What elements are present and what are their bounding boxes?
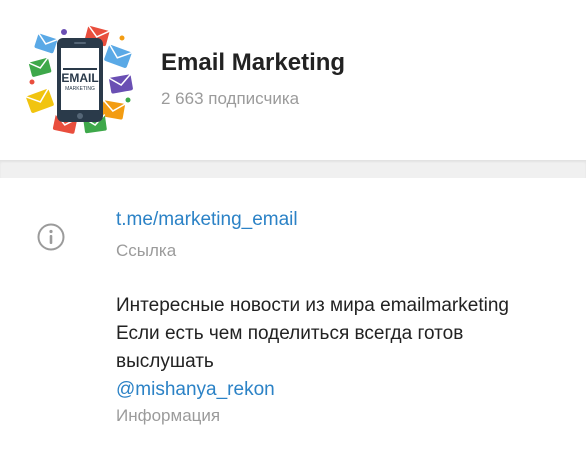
description-line: Если есть чем поделиться всегда готов bbox=[116, 323, 464, 344]
mention-link[interactable]: @mishanya_rekon bbox=[116, 376, 576, 404]
channel-link[interactable]: t.me/marketing_email bbox=[116, 209, 298, 231]
link-label: Ссылка bbox=[116, 241, 177, 260]
logo-main-text: EMAIL bbox=[61, 71, 98, 85]
description-line: Интересные новости из мира emailmarketin… bbox=[116, 295, 509, 316]
channel-description: Интересные новости из мира emailmarketin… bbox=[116, 292, 576, 404]
channel-title: Email Marketing bbox=[161, 49, 346, 76]
description-label: Информация bbox=[116, 406, 221, 425]
description-line: выслушать bbox=[116, 351, 214, 372]
info-icon bbox=[37, 223, 65, 251]
logo-sub-text: MARKETING bbox=[65, 86, 95, 92]
channel-header: EMAIL MARKETING Email Marketing 2 663 по… bbox=[0, 0, 586, 160]
section-divider bbox=[0, 160, 586, 178]
subscriber-count: 2 663 подписчика bbox=[161, 89, 300, 108]
email-marketing-logo: EMAIL MARKETING bbox=[25, 24, 133, 134]
